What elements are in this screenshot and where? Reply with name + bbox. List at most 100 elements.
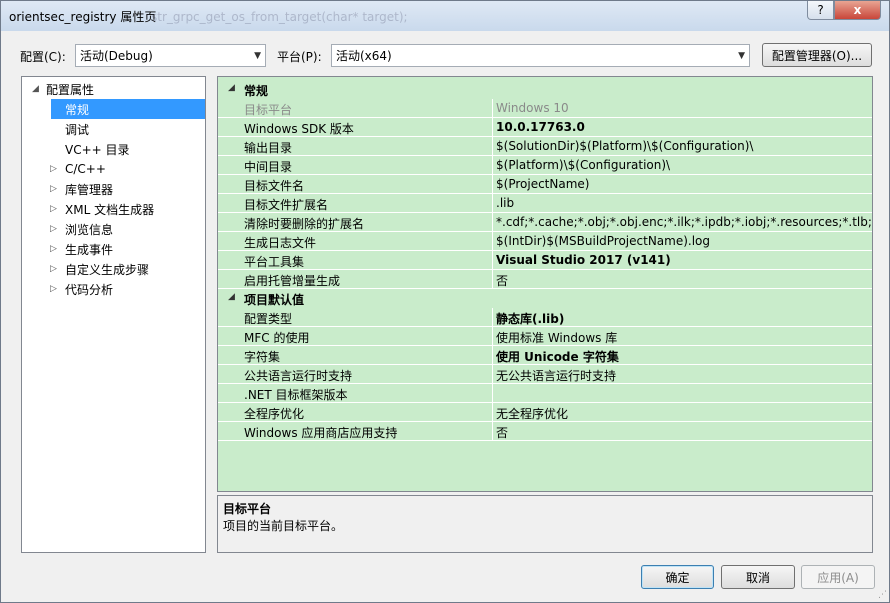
tree-item-label: C/C++ [65,162,106,176]
description-title: 目标平台 [223,502,272,516]
property-row[interactable]: MFC 的使用 使用标准 Windows 库 [218,327,872,346]
property-row[interactable]: Windows SDK 版本 10.0.17763.0 [218,118,872,137]
chevron-down-icon: ▼ [254,51,261,61]
property-name: MFC 的使用 [244,331,310,345]
close-icon: x [853,3,862,17]
tree-item-label: XML 文档生成器 [65,202,155,217]
column-divider [492,156,493,175]
property-tree[interactable]: ◢ 配置属性 常规 调试 VC++ 目录 ▷ C/C++ ▷ 库管理器 ▷ XM… [21,76,206,553]
tree-item-custom-build-step[interactable]: ▷ 自定义生成步骤 [22,259,205,279]
collapsed-triangle-icon[interactable]: ▷ [50,204,57,214]
column-divider [492,194,493,213]
background-code-text: str_grpc_get_os_from_target(char* target… [151,10,408,24]
property-row[interactable]: 公共语言运行时支持 无公共语言运行时支持 [218,365,872,384]
tree-item-c-cpp[interactable]: ▷ C/C++ [22,159,205,179]
property-name: 目标文件名 [244,179,305,193]
property-row[interactable]: 配置类型 静态库(.lib) [218,308,872,327]
column-divider [492,213,493,232]
tree-item-label: 自定义生成步骤 [65,262,150,277]
category-general[interactable]: ◢ 常规 [218,80,872,99]
property-row[interactable]: 平台工具集 Visual Studio 2017 (v141) [218,251,872,270]
tree-item-label: 代码分析 [65,282,114,297]
platform-dropdown[interactable]: 活动(x64) ▼ [331,44,750,67]
config-dropdown-value: 活动(Debug) [80,49,153,63]
property-row[interactable]: 字符集 使用 Unicode 字符集 [218,346,872,365]
property-value: *.cdf;*.cache;*.obj;*.obj.enc;*.ilk;*.ip… [496,215,872,229]
property-name: 启用托管增量生成 [244,274,341,288]
collapsed-triangle-icon[interactable]: ▷ [50,284,57,294]
property-row[interactable]: 输出目录 $(SolutionDir)$(Platform)\$(Configu… [218,137,872,156]
property-name: 平台工具集 [244,255,305,269]
tree-root-label: 配置属性 [46,82,95,97]
property-row[interactable]: 启用托管增量生成 否 [218,270,872,289]
property-name: 中间目录 [244,160,293,174]
property-value: 使用标准 Windows 库 [496,331,618,345]
resize-grip-icon[interactable]: ⋰ [878,590,887,600]
property-row[interactable]: 全程序优化 无全程序优化 [218,403,872,422]
property-name: 生成日志文件 [244,236,317,250]
help-icon: ? [817,3,824,17]
property-value: $(IntDir)$(MSBuildProjectName).log [496,234,711,248]
category-project-defaults[interactable]: ◢ 项目默认值 [218,289,872,308]
property-value: $(SolutionDir)$(Platform)\$(Configuratio… [496,139,754,153]
title-bar[interactable]: orientsec_registry 属性页 str_grpc_get_os_f… [1,1,889,31]
collapsed-triangle-icon[interactable]: ▷ [50,224,57,234]
tree-item-browse-information[interactable]: ▷ 浏览信息 [22,219,205,239]
property-value: 否 [496,274,509,288]
platform-label: 平台(P): [277,50,322,64]
expanded-triangle-icon[interactable]: ◢ [228,292,235,302]
property-value: 静态库(.lib) [496,312,565,326]
property-row[interactable]: 生成日志文件 $(IntDir)$(MSBuildProjectName).lo… [218,232,872,251]
category-label: 项目默认值 [244,293,305,307]
property-row[interactable]: Windows 应用商店应用支持 否 [218,422,872,441]
expanded-triangle-icon[interactable]: ◢ [32,84,39,94]
property-name: 公共语言运行时支持 [244,369,353,383]
column-divider [492,232,493,251]
property-grid[interactable]: ◢ 常规 目标平台 Windows 10 Windows SDK 版本 10.0… [217,76,873,492]
property-row[interactable]: 目标文件名 $(ProjectName) [218,175,872,194]
tree-item-label: 常规 [65,102,90,117]
tree-item-label: 生成事件 [65,242,114,257]
property-name: 字符集 [244,350,281,364]
ok-button[interactable]: 确定 [641,565,714,589]
chevron-down-icon: ▼ [738,51,745,61]
column-divider [492,118,493,137]
cancel-button[interactable]: 取消 [721,565,795,589]
tree-item-label: 库管理器 [65,182,114,197]
tree-item-code-analysis[interactable]: ▷ 代码分析 [22,279,205,299]
column-divider [492,384,493,403]
expanded-triangle-icon[interactable]: ◢ [228,83,235,93]
collapsed-triangle-icon[interactable]: ▷ [50,164,57,174]
property-name: .NET 目标框架版本 [244,388,348,402]
column-divider [492,403,493,422]
column-divider [492,137,493,156]
property-row[interactable]: 目标文件扩展名 .lib [218,194,872,213]
property-row[interactable]: 目标平台 Windows 10 [218,99,872,118]
property-row[interactable]: 中间目录 $(Platform)\$(Configuration)\ [218,156,872,175]
tree-item-xml-doc-generator[interactable]: ▷ XML 文档生成器 [22,199,205,219]
column-divider [492,422,493,441]
tree-item-vc-directories[interactable]: VC++ 目录 [22,139,205,159]
collapsed-triangle-icon[interactable]: ▷ [50,264,57,274]
property-row[interactable]: 清除时要删除的扩展名 *.cdf;*.cache;*.obj;*.obj.enc… [218,213,872,232]
property-value: Visual Studio 2017 (v141) [496,253,671,267]
close-button[interactable]: x [834,1,881,20]
tree-item-librarian[interactable]: ▷ 库管理器 [22,179,205,199]
property-row[interactable]: .NET 目标框架版本 [218,384,872,403]
tree-item-build-events[interactable]: ▷ 生成事件 [22,239,205,259]
column-divider [492,308,493,327]
collapsed-triangle-icon[interactable]: ▷ [50,244,57,254]
collapsed-triangle-icon[interactable]: ▷ [50,184,57,194]
tree-item-label: 浏览信息 [65,222,114,237]
config-dropdown[interactable]: 活动(Debug) ▼ [75,44,266,67]
tree-item-label: 调试 [65,122,90,137]
tree-item-debugging[interactable]: 调试 [22,119,205,139]
property-value: Windows 10 [496,101,569,115]
help-button[interactable]: ? [807,1,834,20]
config-manager-button[interactable]: 配置管理器(O)... [762,43,872,67]
apply-button[interactable]: 应用(A) [801,565,875,589]
tree-root-config-properties[interactable]: ◢ 配置属性 [22,79,205,99]
property-value: $(Platform)\$(Configuration)\ [496,158,671,172]
property-pages-dialog: orientsec_registry 属性页 str_grpc_get_os_f… [0,0,890,603]
tree-item-general[interactable]: 常规 [51,99,205,119]
